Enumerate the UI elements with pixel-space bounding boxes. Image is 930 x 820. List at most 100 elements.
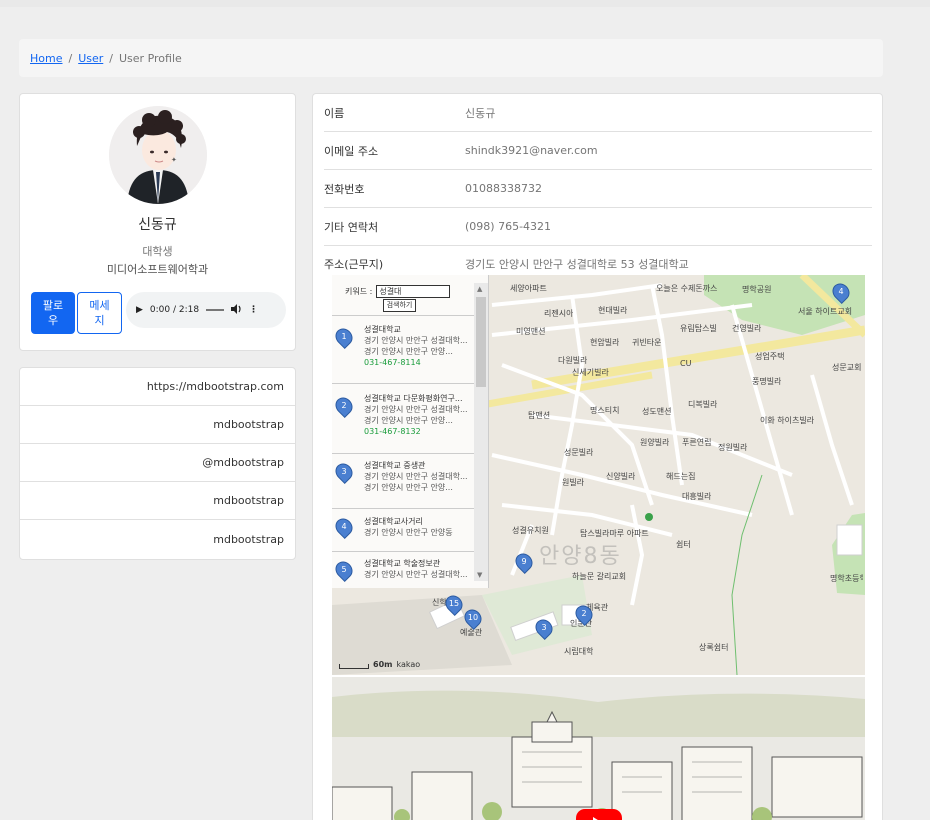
map-place-label: 원빌라 [562,478,585,487]
scroll-down-icon[interactable]: ▼ [477,571,482,579]
keyword-label: 키워드 : [345,287,373,296]
scroll-up-icon[interactable]: ▲ [477,285,482,293]
map-place-label: 현암빌라 [590,338,620,347]
map-place-label: 리젠시아 [544,309,574,318]
map-place-label: 귀빈타운 [632,338,662,347]
kakao-map[interactable]: 키워드 : 성결대 검색하기 1 성결대학교 경기 안양시 만안구 성결대학..… [332,275,865,675]
place-jibun-address: 경기 안양시 만안구 안양... [364,483,453,492]
map-place-label: 유림탑스빌 [680,324,717,333]
map-place-label: 푸른연립 [682,438,712,447]
link-text: mdbootstrap [213,494,284,507]
place-address: 경기 안양시 만안구 안양동 [364,528,453,537]
svg-text:✦: ✦ [171,156,177,164]
message-button[interactable]: 메세지 [77,292,122,334]
map-district-label: 안양8동 [539,544,622,569]
place-title: 성결대학교 중생관 [364,461,426,470]
map-place-label: 성업주택 [755,352,785,361]
scale-label: 60m [373,660,393,669]
avatar-illustration: ✦ [109,106,207,204]
map-place-label: 명학초등학교 [830,574,863,583]
keyword-input[interactable]: 성결대 [376,285,451,298]
map-list-scrollbar[interactable]: ▲ ▼ [474,283,488,581]
place-item[interactable]: 5 성결대학교 학술정보관 경기 안양시 만안구 성결대학... [332,551,474,588]
map-search-row: 키워드 : 성결대 [332,275,488,298]
info-row-name: 이름 신동규 [324,94,872,132]
breadcrumb-user-link[interactable]: User [78,52,103,65]
map-scale: 60m kakao [339,660,420,669]
place-title: 성결대학교사거리 [364,517,423,526]
marker-icon: 3 [332,459,357,485]
place-jibun-address: 경기 안양시 만안구 안양... [364,347,453,356]
map-place-label: 이화 하이츠빌라 [760,416,815,425]
follow-button[interactable]: 팔로우 [31,292,75,334]
scale-bar [339,664,369,669]
avatar: ✦ [109,106,207,204]
place-phone: 031-467-8132 [364,427,421,436]
audio-progress-slider[interactable] [206,309,225,311]
follow-button-label: 팔로우 [42,299,64,327]
kakao-logo: kakao [396,660,421,669]
profile-role: 대학생 [142,245,173,258]
scrollbar-thumb[interactable] [476,297,486,387]
social-links-card: https://mdbootstrap.com mdbootstrap @mdb… [19,367,296,560]
message-button-label: 메세지 [89,299,110,327]
profile-department: 미디어소프트웨어학과 [106,263,209,276]
link-row-github[interactable]: mdbootstrap [20,406,295,444]
map-place-label: 성문교회 [832,363,862,372]
play-icon[interactable]: ▶ [136,305,143,315]
volume-icon[interactable] [231,303,242,317]
info-value: 신동규 [465,106,496,120]
map-place-label: 다원빌라 [558,356,588,365]
map-place-label: 예술관 [460,628,483,637]
map-place-label: 디복빌라 [688,400,718,409]
place-phone: 031-467-8114 [364,358,421,367]
map-place-label: 하늘문 갈리교회 [572,572,627,581]
info-label: 주소(근무지) [324,258,384,271]
map-place-label: 시립대학 [564,647,594,656]
breadcrumb: Home / User / User Profile [19,39,883,77]
map-place-label: 명학공원 [742,285,772,294]
map-place-label: 탑맨션 [528,411,551,420]
info-label: 전화번호 [324,182,365,196]
map-search-button[interactable]: 검색하기 [383,299,416,312]
youtube-video-embed[interactable] [332,677,865,820]
link-text: mdbootstrap [213,532,284,546]
info-value: (098) 765-4321 [465,220,552,233]
profile-card: ✦ 신동규 대학생 미디어소프트웨어학과 팔로우 메세지 ▶ 0:00 / 2:… [19,93,296,351]
breadcrumb-home-link[interactable]: Home [30,52,62,65]
link-row-instagram[interactable]: mdbootstrap [20,482,295,520]
profile-name: 신동규 [138,217,177,233]
place-title: 성결대학교 [364,325,401,334]
place-title: 성결대학교 학술정보관 [364,559,441,568]
map-place-label: 해드는집 [666,472,696,481]
place-address: 경기 안양시 만안구 성결대학... [364,570,468,579]
breadcrumb-current: User Profile [119,51,182,65]
link-row-twitter[interactable]: @mdbootstrap [20,444,295,482]
more-options-icon[interactable]: ⋮ [249,305,258,315]
map-place-label: 현대빌라 [598,306,628,315]
top-bar [0,0,930,7]
map-place-label: 쉼터 [676,540,691,549]
marker-icon: 1 [332,324,357,350]
place-item[interactable]: 3 성결대학교 중생관 경기 안양시 만안구 성결대학... 경기 안양시 만안… [332,453,474,508]
place-item[interactable]: 2 성결대학교 다문화평화연구... 경기 안양시 만안구 성결대학... 경기… [332,383,474,453]
map-place-label: 서울 하이트교회 [798,307,853,316]
place-item[interactable]: 4 성결대학교사거리 경기 안양시 만안구 안양동 [332,508,474,551]
breadcrumb-separator: / [109,51,113,65]
audio-time: 0:00 / 2:18 [149,305,200,315]
youtube-play-icon [576,809,622,820]
link-row-website[interactable]: https://mdbootstrap.com [20,368,295,406]
map-place-label: 원양빌라 [640,438,670,447]
video-thumbnail [332,677,865,820]
place-address: 경기 안양시 만안구 성결대학... [364,336,468,345]
place-item[interactable]: 1 성결대학교 경기 안양시 만안구 성결대학... 경기 안양시 만안구 안양… [332,315,474,383]
marker-icon: 5 [332,557,357,583]
map-place-label: 미영맨션 [516,327,546,336]
map-place-label: 풍명빌라 [752,377,782,386]
info-label: 이메일 주소 [324,144,379,158]
breadcrumb-separator: / [68,51,73,65]
map-place-label: 상록쉼터 [699,643,729,652]
marker-icon: 2 [332,393,357,419]
link-row-facebook[interactable]: mdbootstrap [20,520,295,558]
map-place-label: 정원빌라 [718,443,748,452]
